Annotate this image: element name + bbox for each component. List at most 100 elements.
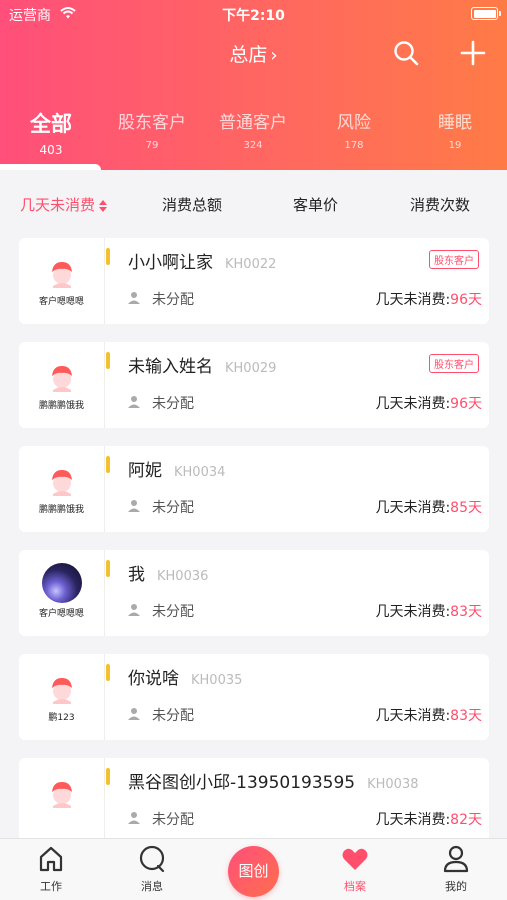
bottom-tab-bar: 工作 消息 图创 档案 我的 [0,838,507,900]
tab-count: 403 [39,143,63,157]
owner-column: 客户嗯嗯嗯 [19,238,105,324]
sort-visit-count[interactable]: 消费次数 [410,194,470,215]
days-label: 几天未消费: [375,604,451,620]
user-icon [443,845,469,873]
customer-name: 黑谷图创小邱-13950193595 [128,773,356,793]
person-icon [128,604,140,616]
customer-code: KH0036 [157,569,209,584]
days-value: 82天 [450,812,482,828]
avatar-icon [52,678,72,704]
level-bar [106,664,110,681]
level-bar [106,456,110,473]
customer-code: KH0022 [225,257,277,272]
customer-name-row: 黑谷图创小邱-13950193595 KH0038 [128,768,419,793]
heart-icon [342,848,368,870]
owner-column: 鹏123 [19,654,105,740]
avatar-icon [52,262,72,288]
tab-label: 股东客户 [118,113,186,133]
level-bar [106,768,110,785]
level-bar [106,352,110,369]
days-unconsumed: 几天未消费:83天 [375,601,482,621]
tab-count: 19 [448,140,462,151]
person-icon [128,396,140,408]
assignee-status: 未分配 [152,604,194,620]
days-unconsumed: 几天未消费:96天 [375,289,482,309]
tabbar-label: 工作 [40,880,62,893]
tabbar-archive[interactable]: 档案 [325,844,385,894]
assignee-status: 未分配 [152,500,194,516]
days-value: 96天 [450,396,482,412]
battery-icon [471,7,501,20]
tab-label: 睡眠 [438,113,472,133]
clock: 下午2:10 [222,8,285,24]
customer-name-row: 我 KH0036 [128,560,208,585]
assignee-status: 未分配 [152,396,194,412]
owner-name: 鹏鹏鹏饿我 [38,505,84,515]
customer-card[interactable]: 鹏鹏鹏饿我 未输入姓名 KH0029 股东客户 未分配 几天未消费:96天 [19,342,489,428]
customer-card[interactable]: 鹏123 你说啥 KH0035 未分配 几天未消费:83天 [19,654,489,740]
tabbar-message[interactable]: 消息 [122,844,182,894]
search-icon[interactable] [392,39,420,67]
days-unconsumed: 几天未消费:83天 [375,705,482,725]
customer-name-row: 阿妮 KH0034 [128,456,225,481]
customer-code: KH0035 [191,673,243,688]
tab-count: 178 [344,140,364,151]
tab-risk[interactable]: 风险 178 [304,108,404,151]
tabbar-mine[interactable]: 我的 [426,844,486,894]
avatar-icon [52,470,72,496]
chevron-right-icon: › [270,45,278,66]
avatar-photo [42,563,82,603]
sort-arrows-icon [99,199,108,212]
tab-sleep[interactable]: 睡眠 19 [405,108,505,151]
sort-label: 几天未消费 [20,196,96,214]
days-label: 几天未消费: [375,812,451,828]
sort-total-spend[interactable]: 消费总额 [162,194,222,215]
tab-shareholder[interactable]: 股东客户 79 [102,108,202,151]
customer-name: 你说啥 [128,669,179,689]
customer-name-row: 你说啥 KH0035 [128,664,242,689]
store-selector[interactable]: 总店 › [0,40,507,67]
customer-code: KH0029 [225,361,277,376]
avatar-icon [52,366,72,392]
customer-code: KH0034 [174,465,226,480]
assignee-status: 未分配 [152,708,194,724]
tab-label: 风险 [337,113,371,133]
owner-name: 鹏鹏鹏饿我 [38,401,84,411]
customer-name: 小小啊让家 [128,253,213,273]
sort-label: 消费次数 [410,196,471,214]
customer-code: KH0038 [367,777,419,792]
tab-count: 324 [243,140,263,151]
days-value: 96天 [450,292,482,308]
tabbar-work[interactable]: 工作 [21,844,81,894]
days-label: 几天未消费: [375,708,451,724]
days-unconsumed: 几天未消费:82天 [375,809,482,829]
days-unconsumed: 几天未消费:85天 [375,497,482,517]
person-icon [128,292,140,304]
add-icon[interactable] [459,39,487,67]
customer-card[interactable]: 客户嗯嗯嗯 我 KH0036 未分配 几天未消费:83天 [19,550,489,636]
store-name: 总店 [229,44,268,66]
sort-days-unconsumed[interactable]: 几天未消费 [20,194,108,215]
owner-name: 客户嗯嗯嗯 [38,297,84,307]
customer-card[interactable]: 鹏鹏鹏饿我 阿妮 KH0034 未分配 几天未消费:85天 [19,446,489,532]
customer-name: 阿妮 [128,461,162,481]
sort-avg-order[interactable]: 客单价 [293,194,338,215]
days-value: 85天 [450,500,482,516]
level-bar [106,248,110,265]
customer-type-tabs: 全部 403 股东客户 79 普通客户 324 风险 178 睡眠 19 [0,108,507,170]
tab-all[interactable]: 全部 403 [1,108,101,157]
center-create-button[interactable]: 图创 [228,846,279,897]
assignee-status: 未分配 [152,812,194,828]
customer-name-row: 小小啊让家 KH0022 [128,248,276,273]
days-unconsumed: 几天未消费:96天 [375,393,482,413]
tab-regular[interactable]: 普通客户 324 [203,108,303,151]
status-bar: 运营商 下午2:10 [0,0,507,28]
tabbar-label: 我的 [445,880,467,893]
person-icon [128,708,140,720]
days-label: 几天未消费: [375,396,451,412]
owner-name: 鹏123 [48,713,75,723]
avatar-icon [52,782,72,808]
customer-card[interactable]: 客户嗯嗯嗯 小小啊让家 KH0022 股东客户 未分配 几天未消费:96天 [19,238,489,324]
home-icon [39,846,63,872]
customer-card[interactable]: 黑谷图创小邱-13950193595 KH0038 未分配 几天未消费:82天 [19,758,489,844]
